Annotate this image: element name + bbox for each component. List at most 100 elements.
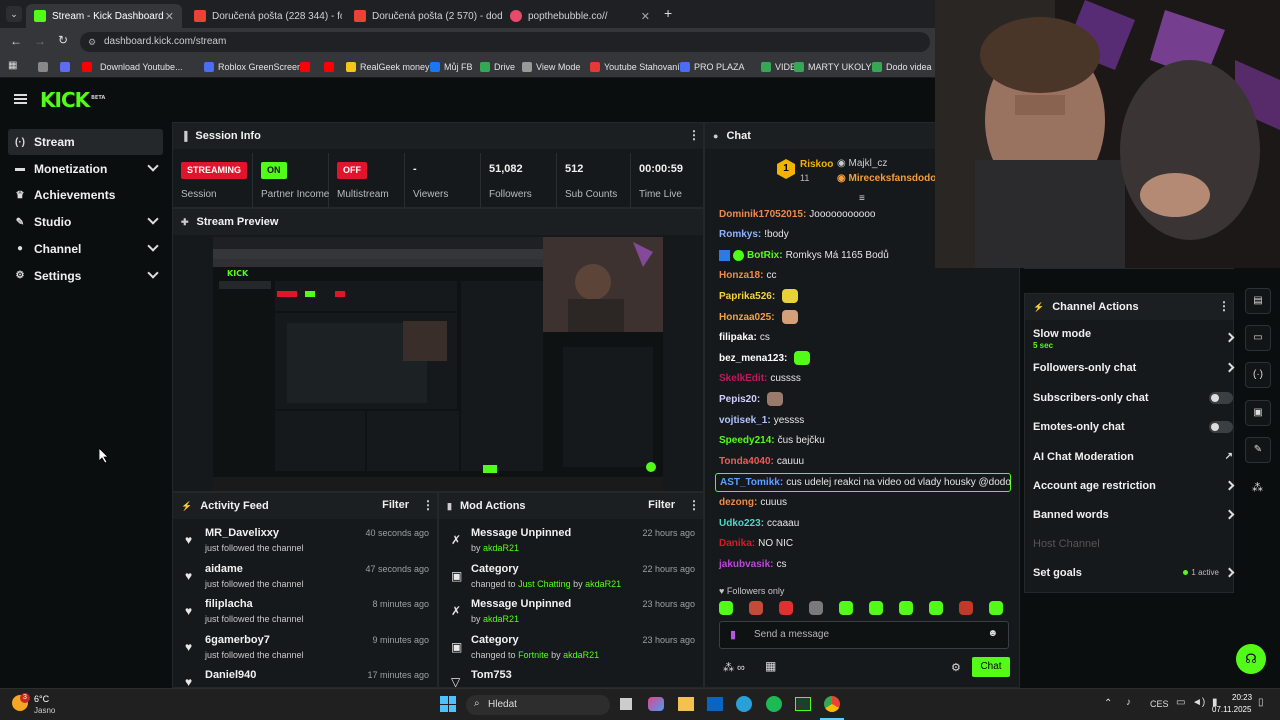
chrome-icon[interactable]	[824, 696, 840, 712]
bookmark-item[interactable]: Roblox GreenScreen	[204, 60, 302, 74]
tab-search-button[interactable]: ⌄	[6, 6, 22, 22]
clock-time[interactable]: 20:23	[1232, 693, 1252, 702]
channel-action-subscribers-only-chat[interactable]: Subscribers-only chat	[1033, 386, 1233, 414]
emote-icon[interactable]	[929, 601, 943, 615]
layout-icon[interactable]: ▣	[1245, 400, 1271, 426]
filter-button[interactable]: Filter	[382, 499, 409, 511]
chat-message[interactable]: bez_mena123:	[719, 349, 1009, 367]
chat-username[interactable]: filipaka	[719, 332, 753, 343]
tab-kick-dashboard[interactable]: Stream - Kick Dashboard ✕	[26, 4, 182, 28]
bookmark-item[interactable]	[324, 60, 338, 74]
close-tab-icon[interactable]: ✕	[165, 10, 174, 23]
sidebar-item-achievements[interactable]: ♛ Achievements	[8, 182, 163, 208]
chat-message[interactable]: SkelkEdit: cussss	[719, 370, 1009, 388]
expand-icon[interactable]: ≡	[859, 193, 865, 204]
chevron-down-icon[interactable]	[147, 266, 159, 279]
clock-date[interactable]: 07.11.2025	[1212, 705, 1251, 714]
kick-logo[interactable]: KICK BETA	[40, 88, 105, 112]
menu-icon[interactable]	[14, 94, 27, 104]
toggle-switch[interactable]	[1209, 392, 1233, 404]
close-tab-icon[interactable]: ✕	[641, 10, 650, 23]
chat-message[interactable]: jakubvasik: cs	[719, 555, 1009, 573]
filter-button[interactable]: Filter	[648, 499, 675, 511]
bookmark-item[interactable]: MARTY UKOLY	[794, 60, 872, 74]
bookmark-item[interactable]: Můj FB	[430, 60, 473, 74]
task-view-icon[interactable]	[620, 698, 632, 710]
mod-action-row[interactable]: ▽ Tom753	[439, 665, 703, 687]
chat-username[interactable]: Speedy214	[719, 435, 771, 446]
apps-grid-icon[interactable]: ▦	[8, 60, 17, 71]
chat-message[interactable]: Udko223: ccaaau	[719, 514, 1009, 532]
taskbar-search[interactable]: ⌕ Hledat	[466, 695, 610, 715]
spotify-icon[interactable]	[766, 696, 782, 712]
chat-username[interactable]: BotRix	[747, 250, 779, 261]
chat-username[interactable]: Pepis20	[719, 394, 757, 405]
back-icon[interactable]: ←	[10, 34, 22, 48]
bookmark-item[interactable]	[300, 60, 314, 74]
emoji-icon[interactable]: ☻	[987, 628, 998, 639]
chevron-right-icon[interactable]	[1224, 480, 1235, 491]
url-field[interactable]: ⚙ dashboard.kick.com/stream	[80, 32, 930, 52]
tab-gmail-1[interactable]: Doručená pošta (228 344) - fo ✕	[186, 4, 342, 28]
mod-action-row[interactable]: ▣ Category changed to Fortnite by akdaR21 2…	[439, 630, 703, 666]
microphone-icon[interactable]: ♪	[1126, 697, 1131, 708]
bookmark-item[interactable]: Download Youtube...	[100, 60, 183, 74]
forward-icon[interactable]: →	[34, 34, 46, 48]
microphone-icon[interactable]: ▮	[730, 628, 736, 641]
tab-gmail-2[interactable]: Doručená pošta (2 570) - dodo ✕	[346, 4, 502, 28]
activity-row[interactable]: ♥ aidame just followed the channel 47 secon…	[173, 559, 437, 595]
chat-username[interactable]: vojtisek_1	[719, 415, 767, 426]
activity-username[interactable]: MR_Davelixxy	[205, 527, 279, 539]
send-chat-button[interactable]: Chat	[972, 657, 1010, 677]
channel-action-account-age-restriction[interactable]: Account age restriction	[1033, 474, 1235, 502]
emote-icon[interactable]	[959, 601, 973, 615]
activity-username[interactable]: aidame	[205, 563, 243, 575]
chat-message[interactable]: Danika: NO NIC	[719, 535, 1009, 553]
toggle-switch[interactable]	[1209, 421, 1233, 433]
top-gifter-name[interactable]: Riskoo	[800, 159, 833, 170]
sidebar-item-stream[interactable]: (·) Stream	[8, 129, 163, 155]
emote-icon[interactable]	[779, 601, 793, 615]
clipboard-icon[interactable]: ▤	[1245, 288, 1271, 314]
edge-icon[interactable]	[736, 696, 752, 712]
bookmark-item[interactable]: Dodo videa	[872, 60, 932, 74]
tray-chevron-icon[interactable]: ⌃	[1104, 698, 1112, 709]
detail-link[interactable]: Fortnite	[518, 650, 549, 660]
chat-username[interactable]: Danika	[719, 538, 752, 549]
chat-message[interactable]: Pepis20:	[719, 390, 1009, 408]
chevron-right-icon[interactable]	[1224, 509, 1235, 520]
sidebar-item-monetization[interactable]: ▬ Monetization	[8, 156, 163, 182]
activity-username[interactable]: Daniel940	[205, 669, 256, 681]
file-explorer-icon[interactable]	[678, 697, 694, 711]
chat-message[interactable]: Honzaa025:	[719, 308, 1009, 326]
emote-icon[interactable]	[809, 601, 823, 615]
detail-link[interactable]: akdaR21	[483, 543, 519, 553]
activity-username[interactable]: filiplacha	[205, 598, 253, 610]
bookmark-item[interactable]: Drive	[480, 60, 515, 74]
bookmark-item[interactable]: PRO PLAZA	[680, 60, 745, 74]
infinity-icon[interactable]: ⁂ ∞	[723, 661, 745, 674]
outlook-icon[interactable]	[707, 697, 723, 711]
chat-settings-icon[interactable]: ⚙	[951, 661, 961, 674]
second-gifter[interactable]: ◉ Majkl_cz	[837, 158, 887, 169]
wrench-icon[interactable]: ✎	[1245, 437, 1271, 463]
chevron-right-icon[interactable]	[1224, 362, 1235, 373]
chat-message[interactable]: Honza18: cc	[719, 267, 1009, 285]
network-icon[interactable]: ▭	[1176, 697, 1185, 708]
emote-icon[interactable]	[749, 601, 763, 615]
chevron-down-icon[interactable]	[147, 213, 159, 225]
bookmark-item[interactable]	[60, 60, 74, 74]
chat-username[interactable]: Honzaa025	[719, 312, 771, 323]
emote-icon[interactable]	[719, 601, 733, 615]
bookmark-item[interactable]: Youtube Stahovaní	[590, 60, 680, 74]
chevron-down-icon[interactable]	[147, 160, 159, 172]
channel-action-ai-chat-moderation[interactable]: AI Chat Moderation ↗	[1033, 445, 1233, 473]
copilot-icon[interactable]	[648, 697, 664, 711]
message-input[interactable]: ▮ Send a message ☻	[719, 621, 1009, 649]
channel-action-slow-mode[interactable]: Slow mode 5 sec	[1033, 326, 1235, 354]
bookmark-item[interactable]	[82, 60, 96, 74]
channel-action-emotes-only-chat[interactable]: Emotes-only chat	[1033, 415, 1233, 443]
bookmark-item[interactable]	[38, 60, 52, 74]
emote-icon[interactable]	[899, 601, 913, 615]
more-apps-icon[interactable]: ⁂	[1252, 481, 1263, 494]
